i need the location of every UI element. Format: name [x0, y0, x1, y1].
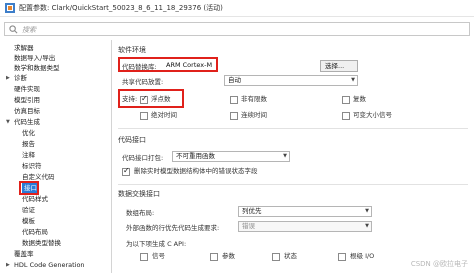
external-func-dropdown[interactable]: 错误 ▼	[238, 221, 372, 232]
chevron-down-icon: ▼	[351, 77, 355, 83]
support-label: 支持:	[122, 95, 138, 103]
tree-item-identifiers[interactable]: 标识符	[22, 161, 42, 171]
absolute-time-checkbox[interactable]	[140, 112, 148, 120]
collapse-arrow-icon[interactable]: ▼	[6, 117, 10, 127]
c-api-label: 为以下项生成 C API:	[126, 240, 187, 248]
chevron-down-icon: ▼	[365, 223, 369, 229]
watermark-text: CSDN @欧拉电子	[410, 260, 468, 268]
packaging-dropdown[interactable]: 不可重用函数 ▼	[172, 151, 290, 162]
tree-item-code-placement[interactable]: 代码布局	[22, 227, 48, 237]
tree-item-report[interactable]: 报告	[22, 139, 35, 149]
window-title: 配置参数: Clark/QuickStart_50023_8_6_11_18_2…	[19, 4, 223, 12]
complex-label: 复数	[353, 95, 366, 103]
array-layout-value: 列优先	[242, 207, 262, 215]
search-bar[interactable]: 搜索	[4, 22, 470, 36]
app-icon	[5, 3, 15, 13]
c-api-signal-checkbox[interactable]	[140, 253, 148, 261]
code-lib-value: ARM Cortex-M	[166, 61, 213, 69]
c-api-state-checkbox[interactable]	[272, 253, 280, 261]
remove-error-label: 删除实时模型数据结构体中的错误状态字段	[134, 167, 258, 175]
packaging-value: 不可重用函数	[176, 152, 215, 160]
packaging-label: 代码接口打包:	[122, 154, 164, 162]
search-icon	[9, 25, 18, 34]
title-bar: 配置参数: Clark/QuickStart_50023_8_6_11_18_2…	[0, 0, 474, 17]
tree-item-data-type-replace[interactable]: 数据类型替换	[22, 238, 61, 248]
variable-size-label: 可变大小信号	[353, 111, 392, 119]
c-api-param-label: 参数	[222, 252, 235, 260]
c-api-signal-label: 信号	[152, 252, 165, 260]
tree-item-math-types[interactable]: 数学和数据类型	[14, 63, 60, 73]
float-checkbox[interactable]	[140, 94, 148, 104]
section-divider	[118, 184, 468, 185]
shared-code-label: 共享代码放置:	[122, 78, 164, 86]
c-api-root-io-checkbox[interactable]	[338, 253, 346, 261]
array-layout-label: 数组布局:	[126, 209, 155, 217]
sidebar-tree: 求解器 数据导入/导出 数学和数据类型 ▶ 诊断 硬件实现 模型引用 仿真目标 …	[4, 40, 112, 273]
search-placeholder[interactable]: 搜索	[22, 25, 36, 35]
external-func-label: 外部函数的行优先代码生成要求:	[126, 224, 220, 232]
chevron-down-icon: ▼	[365, 208, 369, 214]
continuous-time-label: 连续时间	[241, 111, 267, 119]
c-api-root-io-label: 根级 I/O	[350, 252, 375, 260]
tree-item-comments[interactable]: 注释	[22, 150, 35, 160]
shared-code-value: 自动	[228, 76, 241, 84]
tree-item-data-io[interactable]: 数据导入/导出	[14, 53, 55, 63]
nonfinite-label: 非有限数	[241, 95, 267, 103]
c-api-param-checkbox[interactable]	[210, 253, 218, 261]
chevron-down-icon: ▼	[283, 153, 287, 159]
external-func-value: 错误	[242, 222, 255, 230]
tree-item-solver[interactable]: 求解器	[14, 43, 34, 53]
section-divider	[118, 128, 468, 129]
c-api-state-label: 状态	[284, 252, 297, 260]
select-button[interactable]: 选择...	[320, 60, 358, 72]
tree-item-optimization[interactable]: 优化	[22, 128, 35, 138]
tree-item-coverage[interactable]: 覆盖率	[14, 249, 34, 259]
continuous-time-checkbox[interactable]	[230, 112, 238, 120]
data-exchange-title: 数据交换接口	[118, 190, 160, 198]
tree-item-model-ref[interactable]: 模型引用	[14, 95, 40, 105]
code-lib-label: 代码替换库:	[122, 63, 157, 71]
tree-item-hdl-codegen[interactable]: HDL Code Generation	[14, 260, 85, 270]
tree-item-sim-target[interactable]: 仿真目标	[14, 106, 40, 116]
settings-panel: 软件环境 代码替换库: ARM Cortex-M 选择... 共享代码放置: 自…	[114, 40, 474, 273]
tree-item-verification[interactable]: 验证	[22, 205, 35, 215]
code-interface-title: 代码接口	[118, 136, 146, 144]
tree-item-code-style[interactable]: 代码样式	[22, 194, 48, 204]
shared-code-dropdown[interactable]: 自动 ▼	[224, 75, 358, 86]
tree-item-code-gen[interactable]: 代码生成	[14, 117, 40, 127]
expand-arrow-icon[interactable]: ▶	[6, 73, 10, 83]
array-layout-dropdown[interactable]: 列优先 ▼	[238, 206, 372, 217]
expand-arrow-icon[interactable]: ▶	[6, 260, 10, 270]
tree-item-diagnostics[interactable]: 诊断	[14, 73, 27, 83]
tree-item-hardware[interactable]: 硬件实现	[14, 84, 40, 94]
select-button-label: 选择...	[325, 62, 345, 70]
absolute-time-label: 绝对时间	[151, 111, 177, 119]
nonfinite-checkbox[interactable]	[230, 96, 238, 104]
software-env-title: 软件环境	[118, 46, 146, 54]
tree-item-templates[interactable]: 模板	[22, 216, 35, 226]
variable-size-checkbox[interactable]	[342, 112, 350, 120]
float-label: 浮点数	[151, 95, 171, 103]
complex-checkbox[interactable]	[342, 96, 350, 104]
remove-error-checkbox[interactable]	[122, 166, 130, 176]
interface-highlight-box	[19, 181, 39, 195]
